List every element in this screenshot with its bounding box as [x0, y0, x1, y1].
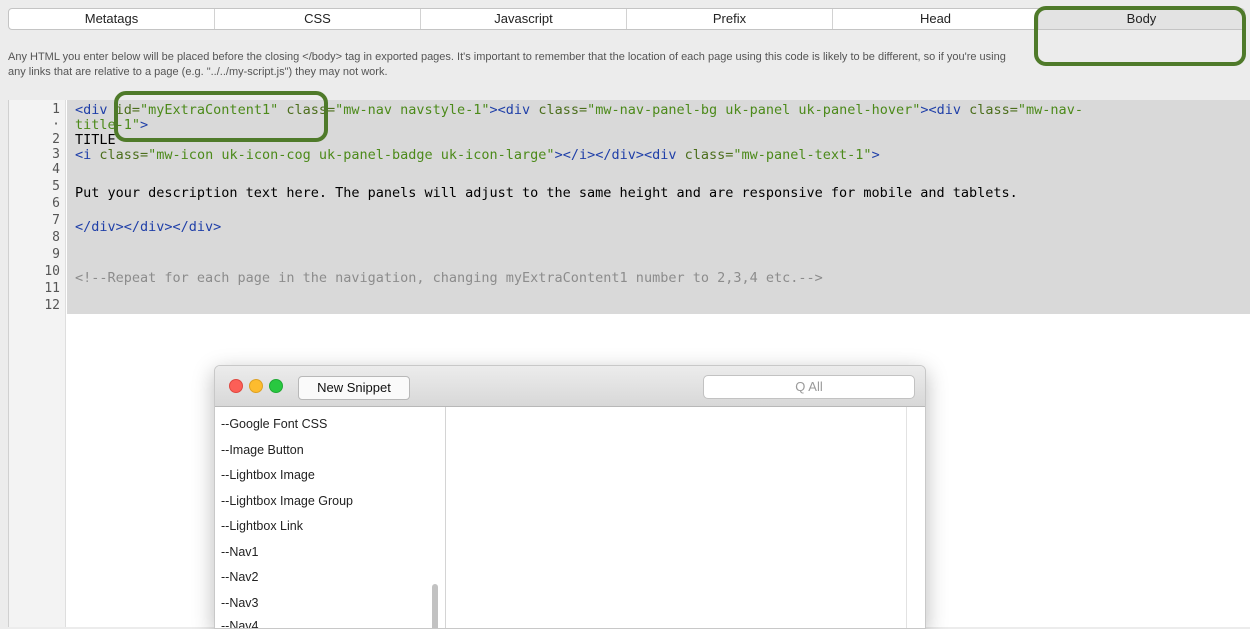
code-line-10: <!--Repeat for each page in the navigati… [75, 270, 823, 286]
snippet-list-item[interactable]: --Nav1 [221, 545, 259, 559]
selected-code-block[interactable]: <div id="myExtraContent1" class="mw-nav … [67, 100, 1250, 314]
snippet-content-pane[interactable] [446, 407, 907, 628]
line-number: 6 [52, 196, 60, 211]
code-line-1-wrap: title-1"> [75, 117, 149, 133]
snippet-list-item[interactable]: --Lightbox Image [221, 468, 315, 482]
line-number: 5 [52, 179, 60, 194]
window-titlebar[interactable]: New Snippet Q All [215, 366, 925, 407]
line-number-gutter: 1 · 2 3 4 5 6 7 8 9 10 11 12 [9, 100, 66, 627]
tab-css[interactable]: CSS [215, 9, 421, 29]
tab-bar: Metatags CSS Javascript Prefix Head Body [8, 8, 1245, 30]
snippet-list-scrollbar[interactable] [432, 584, 438, 628]
line-number: 3 [52, 147, 60, 162]
code-line-5: Put your description text here. The pane… [75, 185, 1018, 201]
snippet-list-item[interactable]: --Lightbox Link [221, 519, 303, 533]
info-line-1: Any HTML you enter below will be placed … [8, 51, 1006, 63]
info-text: Any HTML you enter below will be placed … [8, 50, 1248, 80]
snippet-list: --Google Font CSS --Image Button --Light… [215, 407, 446, 628]
code-line-3: <i class="mw-icon uk-icon-cog uk-panel-b… [75, 147, 880, 163]
line-number: 1 [52, 102, 60, 117]
line-number: 10 [44, 264, 60, 279]
line-number: 7 [52, 213, 60, 228]
snippet-search-input[interactable]: Q All [703, 375, 915, 399]
tab-javascript[interactable]: Javascript [421, 9, 627, 29]
code-line-1: <div id="myExtraContent1" class="mw-nav … [75, 102, 1083, 118]
snippet-list-item[interactable]: --Google Font CSS [221, 417, 327, 431]
new-snippet-button[interactable]: New Snippet [298, 376, 410, 400]
code-line-2: TITLE [75, 132, 116, 148]
line-number: 4 [52, 162, 60, 177]
minimize-window-icon[interactable] [249, 379, 263, 393]
close-window-icon[interactable] [229, 379, 243, 393]
line-number: 8 [52, 230, 60, 245]
tab-prefix[interactable]: Prefix [627, 9, 833, 29]
tab-head[interactable]: Head [833, 9, 1039, 29]
tab-body[interactable]: Body [1039, 9, 1244, 29]
line-number: 12 [44, 298, 60, 313]
code-line-7: </div></div></div> [75, 219, 222, 235]
snippet-list-item[interactable]: --Nav3 [221, 596, 259, 610]
zoom-window-icon[interactable] [269, 379, 283, 393]
line-number: 9 [52, 247, 60, 262]
snippet-list-item[interactable]: --Image Button [221, 443, 304, 457]
line-number: 11 [44, 281, 60, 296]
snippet-list-item[interactable]: --Lightbox Image Group [221, 494, 353, 508]
snippets-window: New Snippet Q All --Google Font CSS --Im… [214, 365, 926, 629]
line-number: · [52, 117, 60, 132]
tab-metatags[interactable]: Metatags [9, 9, 215, 29]
info-line-2: any links that are relative to a page (e… [8, 66, 388, 78]
snippet-list-item[interactable]: --Nav2 [221, 570, 259, 584]
line-number: 2 [52, 132, 60, 147]
